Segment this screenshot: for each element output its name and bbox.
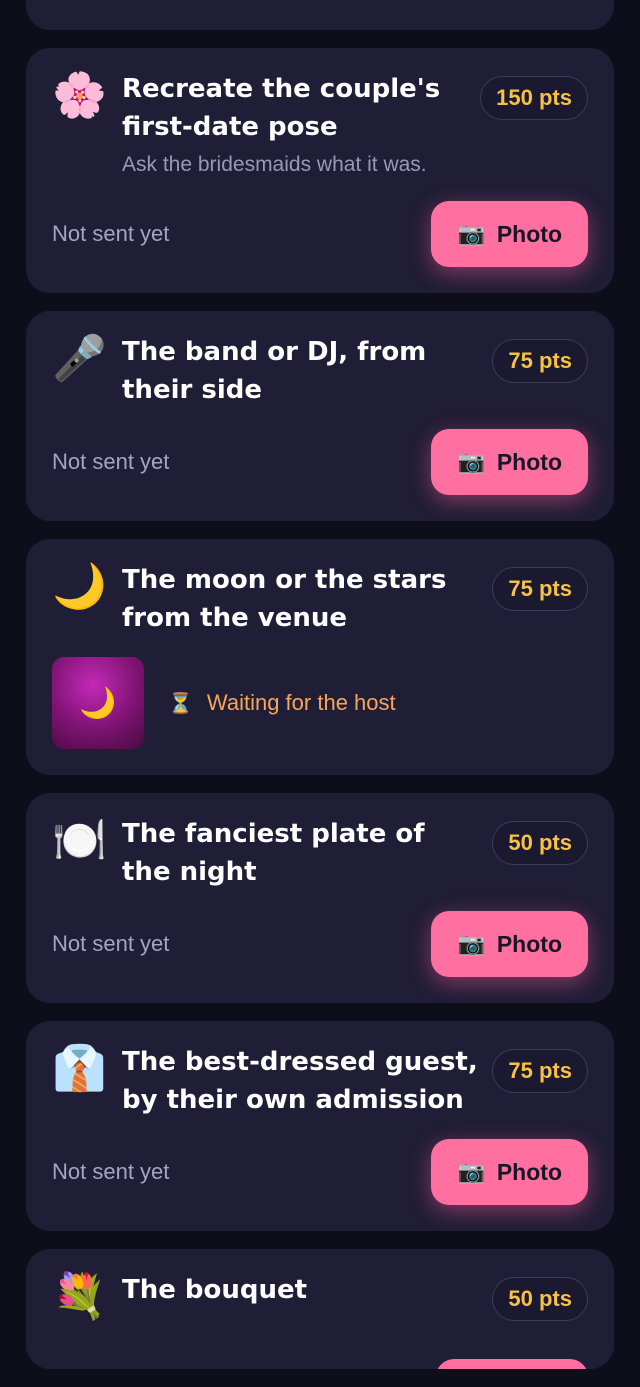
photo-button[interactable]: 📷 Photo — [431, 1139, 588, 1205]
points-badge: 50 pts — [492, 1277, 588, 1321]
points-badge: 75 pts — [492, 1049, 588, 1093]
necktie-shirt-icon: 👔 — [52, 1043, 107, 1094]
photo-button[interactable] — [436, 1359, 588, 1369]
points-badge: 50 pts — [492, 821, 588, 865]
photo-button-label: Photo — [496, 448, 562, 475]
photo-button-label: Photo — [496, 220, 562, 247]
challenge-title: The fanciest plate of the night — [122, 819, 425, 887]
points-badge: 75 pts — [492, 567, 588, 611]
challenge-card: 🎤 The band or DJ, from their side 75 pts… — [26, 311, 614, 521]
bouquet-icon: 💐 — [52, 1271, 107, 1322]
photo-button[interactable]: 📷 Photo — [431, 911, 588, 977]
challenge-card: 🌙 The moon or the stars from the venue 7… — [26, 539, 614, 775]
moon-icon: 🌙 — [79, 685, 117, 721]
challenge-title: The moon or the stars from the venue — [122, 565, 447, 633]
status-text: Not sent yet — [52, 449, 170, 474]
microphone-icon: 🎤 — [52, 333, 107, 384]
photo-button[interactable]: 📷 Photo — [431, 429, 588, 495]
challenge-title: Recreate the couple's first-date pose — [122, 74, 441, 142]
camera-icon: 📷 — [457, 449, 485, 474]
challenge-card-partial — [26, 0, 614, 30]
hourglass-icon: ⏳ — [168, 691, 193, 715]
points-badge: 75 pts — [492, 339, 588, 383]
challenge-title: The band or DJ, from their side — [122, 337, 427, 405]
waiting-status: Waiting for the host — [206, 690, 396, 715]
photo-button[interactable]: 📷 Photo — [431, 201, 588, 267]
photo-button-label: Photo — [496, 930, 562, 957]
camera-icon: 📷 — [457, 221, 485, 246]
submitted-photo-thumbnail[interactable]: 🌙 — [52, 657, 144, 749]
photo-button-label: Photo — [496, 1158, 562, 1185]
moon-icon: 🌙 — [52, 561, 107, 612]
challenge-list: 🌸 Recreate the couple's first-date pose … — [26, 0, 614, 1387]
status-text: Not sent yet — [52, 221, 170, 246]
camera-icon: 📷 — [457, 931, 485, 956]
challenge-title: The best-dressed guest, by their own adm… — [122, 1047, 478, 1115]
status-text: Not sent yet — [52, 931, 170, 956]
challenge-card: 🍽️ The fanciest plate of the night 50 pt… — [26, 793, 614, 1003]
challenge-card: 💐 The bouquet 50 pts — [26, 1249, 614, 1369]
camera-icon: 📷 — [457, 1159, 485, 1184]
challenge-title: The bouquet — [122, 1275, 308, 1305]
status-text: Not sent yet — [52, 1159, 170, 1184]
challenge-card: 🌸 Recreate the couple's first-date pose … — [26, 48, 614, 293]
challenge-card: 👔 The best-dressed guest, by their own a… — [26, 1021, 614, 1231]
challenge-description: Ask the bridesmaids what it was. — [122, 153, 427, 176]
plate-icon: 🍽️ — [52, 815, 107, 866]
flower-icon: 🌸 — [52, 70, 107, 121]
points-badge: 150 pts — [480, 76, 588, 120]
